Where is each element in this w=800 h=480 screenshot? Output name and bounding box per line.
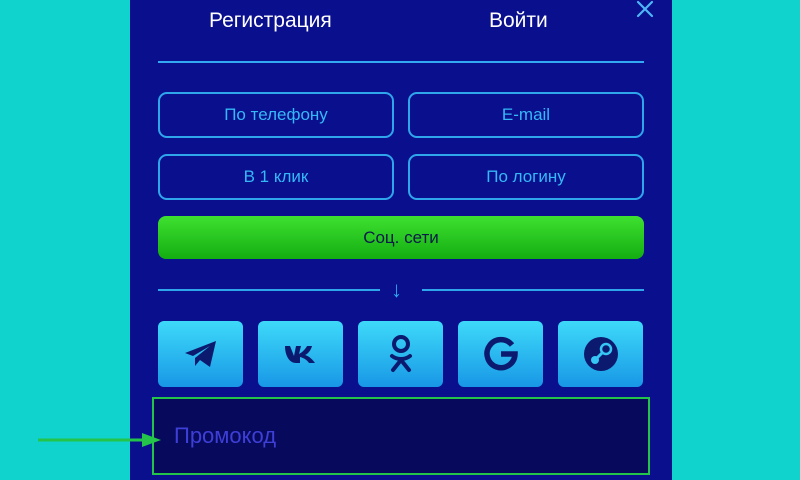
promo-code-input[interactable]: Промокод [152, 397, 650, 475]
steam-button[interactable] [558, 321, 643, 387]
social-networks-button[interactable]: Соц. сети [158, 216, 644, 259]
odnoklassniki-button[interactable] [358, 321, 443, 387]
google-button[interactable] [458, 321, 543, 387]
vk-icon [284, 346, 315, 363]
telegram-button[interactable] [158, 321, 243, 387]
vk-button[interactable] [258, 321, 343, 387]
tab-register[interactable]: Регистрация [209, 9, 332, 33]
separator-right [422, 289, 644, 291]
close-icon [636, 0, 654, 18]
tabs-divider [158, 61, 644, 63]
tab-login[interactable]: Войти [489, 9, 548, 33]
method-phone-button[interactable]: По телефону [158, 92, 394, 138]
method-login-button[interactable]: По логину [408, 154, 644, 200]
arrow-down-icon: ↓ [391, 277, 402, 302]
odnoklassniki-icon [389, 335, 412, 372]
google-icon [483, 336, 518, 371]
method-one-click-button[interactable]: В 1 клик [158, 154, 394, 200]
steam-icon [583, 337, 618, 371]
separator-left [158, 289, 380, 291]
method-email-button[interactable]: E-mail [408, 92, 644, 138]
telegram-icon [184, 341, 216, 367]
close-button[interactable] [632, 0, 658, 22]
pointer-arrow-icon [38, 433, 161, 447]
